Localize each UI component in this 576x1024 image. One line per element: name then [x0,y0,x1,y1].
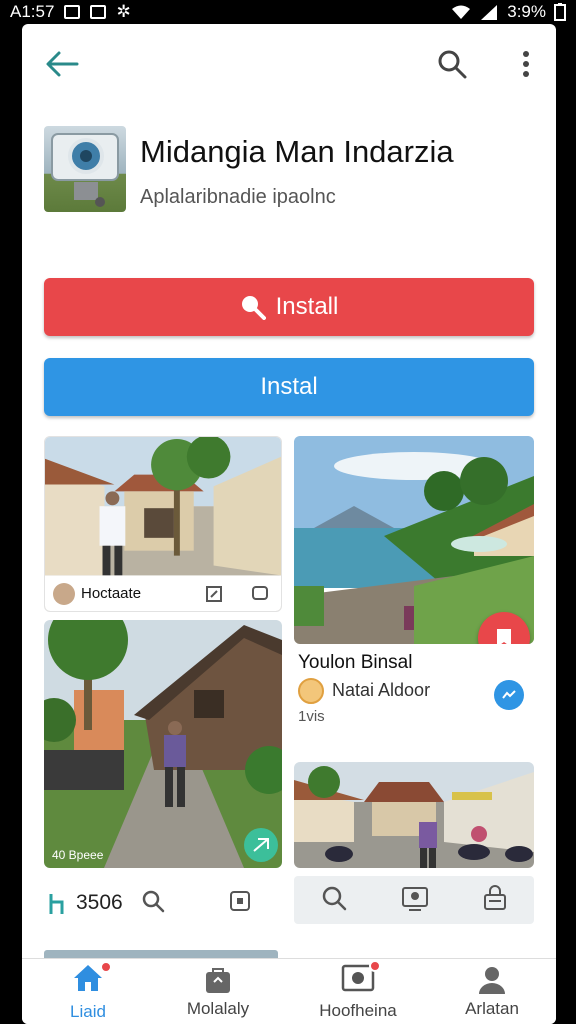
battery-icon [554,3,566,21]
install-primary-button[interactable]: Install [44,278,534,336]
app-icon [44,126,126,212]
home-badge [100,960,112,973]
screenshot-tile-3[interactable]: 40 Bpeee [44,620,282,868]
bookmark-icon [497,629,511,644]
tile4-profile-button[interactable] [401,884,429,917]
screenshot-tile-1[interactable]: Hoctaate [44,436,282,612]
nav-item-home[interactable]: Liaid [28,959,148,1024]
install-secondary-button[interactable]: Instal [44,358,534,416]
search-icon [322,886,347,910]
back-button[interactable] [40,42,84,86]
photo-notification-icon [90,5,107,19]
nav-label-home: Liaid [70,1001,106,1021]
install-secondary-label: Instal [260,373,318,400]
message-button[interactable] [494,680,524,710]
search-icon [142,890,164,912]
tile3-save-button[interactable] [229,890,251,917]
tile3-search-button[interactable] [141,889,165,918]
view-count: 3506 [76,891,123,914]
nav-item-library[interactable]: Molalaly [158,959,278,1024]
more-vert-icon [523,51,529,77]
tile1-caption: Hoctaate [81,585,142,602]
wifi-icon [452,5,471,19]
comment-icon [252,586,268,600]
screenshot-tile-4[interactable] [294,762,534,868]
search-icon [438,50,467,79]
author-avatar [53,583,75,605]
stats-icon [49,894,64,914]
search-icon [241,296,266,320]
tile3-action-bar: 3506 [48,886,251,920]
battery-text: 3:9% [507,2,546,21]
send-icon [253,838,269,852]
lock-icon [484,884,506,910]
nav-label-gallery: Hoofheina [319,1000,397,1020]
tile2-author-avatar [298,678,324,704]
tile2-meta: 1vis [298,708,325,725]
nav-label-library: Molalaly [186,999,250,1018]
gallery-badge [369,959,381,972]
wooden-house-photo [44,620,282,868]
nav-label-account: Arlatan [465,999,519,1018]
top-app-bar [22,24,556,104]
tile4-search-button[interactable] [321,885,347,916]
signal-icon [481,5,498,20]
tile3-action-button[interactable] [244,828,278,862]
app-detail-card: Midangia Man Indarzia Aplalaribnadie ipa… [22,24,556,1024]
person-icon [479,967,505,994]
bottom-navigation: Liaid Molalaly Hoofheina Arlatan [22,958,556,1024]
install-primary-label: Install [275,293,339,320]
tile2-caption: Youlon Binsal [298,652,413,673]
share-icon [206,586,222,602]
notification-icon [64,5,81,19]
bag-icon [206,968,230,993]
tile1-share-button[interactable] [205,585,223,608]
tile1-comment-button[interactable] [251,585,269,608]
back-arrow-icon [46,51,79,77]
app-header: Midangia Man Indarzia Aplalaribnadie ipa… [44,126,534,216]
nav-item-gallery[interactable]: Hoofheina [298,959,418,1024]
more-options-button[interactable] [504,42,548,86]
tile2-author: Natai Aldoor [332,680,431,700]
street-photo [294,762,534,868]
status-bar: A1:57 ✲ 3:9% [0,0,576,24]
status-time: A1:57 [10,2,55,21]
save-icon [229,890,250,911]
app-subtitle: Aplalaribnadie ipaolnc [140,186,336,208]
app-title: Midangia Man Indarzia [140,134,454,169]
nav-item-account[interactable]: Arlatan [432,959,552,1024]
tile4-action-bar [294,876,534,924]
screenshot-tile-2[interactable] [294,436,534,644]
profile-card-icon [402,886,428,911]
settings-notification-icon: ✲ [116,2,131,21]
search-button[interactable] [430,42,474,86]
tile4-lock-button[interactable] [483,884,507,916]
tile3-caption: 40 Bpeee [52,848,104,862]
next-tile-peek [44,950,278,958]
messenger-icon [502,690,516,699]
